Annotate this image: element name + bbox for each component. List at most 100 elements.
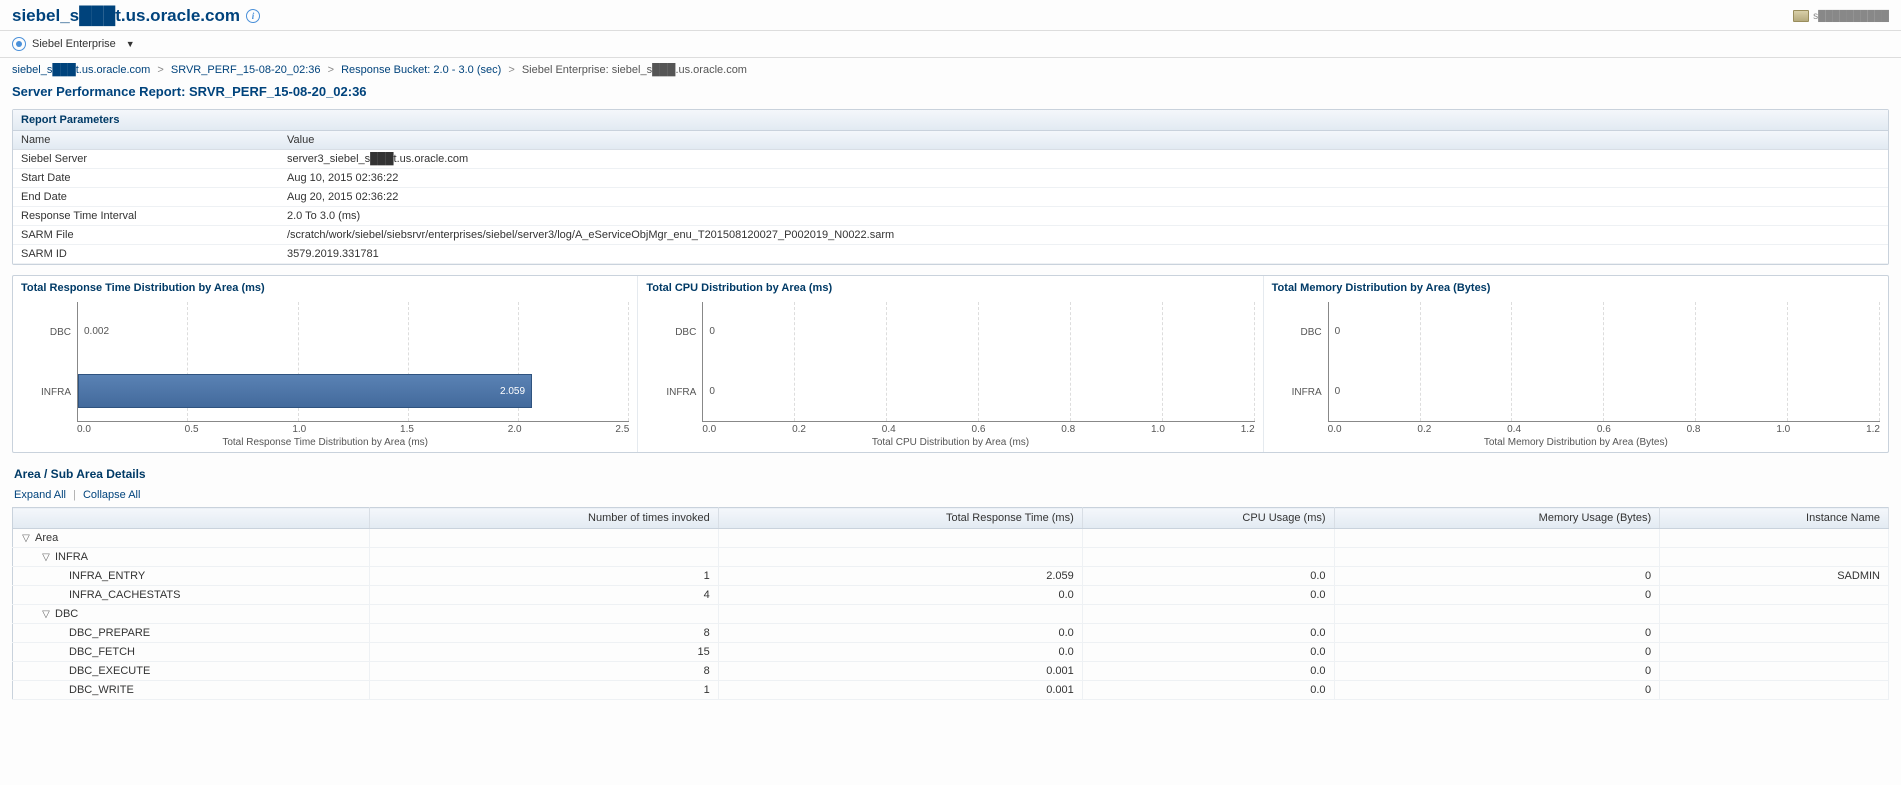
chart-plot: 00 [1328,302,1880,422]
details-col-header: Instance Name [1660,508,1889,529]
chart-xtick: 1.2 [1241,424,1255,435]
param-name: End Date [13,188,279,207]
cell-invoked: 1 [370,567,719,586]
chart-cell: Total Memory Distribution by Area (Bytes… [1264,276,1888,452]
cell-instance [1660,586,1889,605]
chevron-down-icon[interactable]: ▼ [126,39,135,49]
cell [1334,548,1660,567]
table-row: DBC_EXECUTE80.0010.00 [13,662,1889,681]
param-name: Response Time Interval [13,207,279,226]
cell-invoked: 15 [370,643,719,662]
cell-resp: 0.0 [718,586,1082,605]
table-row: ▽Area [13,529,1889,548]
chart-xtick: 0.8 [1061,424,1075,435]
radio-selected-icon[interactable] [12,37,26,51]
chart-xlabel: Total Memory Distribution by Area (Bytes… [1272,437,1880,448]
header-right-status: s██████████ [1793,10,1889,22]
enterprise-label[interactable]: Siebel Enterprise [32,38,116,50]
enterprise-selector-row: Siebel Enterprise ▼ [0,31,1901,58]
area-subarea-heading: Area / Sub Area Details [12,463,1889,485]
report-title: Server Performance Report: SRVR_PERF_15-… [0,82,1901,105]
details-col-header: Memory Usage (Bytes) [1334,508,1660,529]
breadcrumb-item-1[interactable]: SRVR_PERF_15-08-20_02:36 [171,64,321,76]
cell [1660,605,1889,624]
info-icon[interactable]: i [246,9,260,23]
server-icon [1793,10,1809,22]
cell-instance [1660,643,1889,662]
param-value: 2.0 To 3.0 (ms) [279,207,1888,226]
header-right-text: s██████████ [1813,11,1889,22]
cell-mem: 0 [1334,567,1660,586]
report-parameters-heading: Report Parameters [13,110,1888,131]
param-name: SARM File [13,226,279,245]
tree-toggle-icon[interactable]: ▽ [41,609,51,620]
table-row: ▽INFRA [13,548,1889,567]
cell [1334,529,1660,548]
tree-leaf: DBC_EXECUTE [13,662,370,681]
tree-group[interactable]: ▽DBC [13,605,370,624]
details-table: Number of times invokedTotal Response Ti… [12,507,1889,700]
chart-xtick: 0.6 [1597,424,1611,435]
cell [370,605,719,624]
chart-bar-label: 0 [709,386,715,397]
area-subarea-panel: Area / Sub Area Details Expand All | Col… [12,463,1889,700]
param-value: /scratch/work/siebel/siebsrvr/enterprise… [279,226,1888,245]
tree-group[interactable]: ▽INFRA [13,548,370,567]
cell [1082,548,1334,567]
page-title: siebel_s███t.us.oracle.com i [12,6,260,26]
cell-instance [1660,681,1889,700]
report-parameters-panel: Report Parameters Name Value Siebel Serv… [12,109,1889,265]
tree-root[interactable]: ▽Area [13,529,370,548]
params-col-value: Value [279,131,1888,150]
table-row: SARM ID 3579.2019.331781 [13,245,1888,264]
chart-bar-label: 0.002 [84,326,109,337]
chart-xtick: 0.0 [1328,424,1342,435]
cell [370,548,719,567]
breadcrumb-item-0[interactable]: siebel_s███t.us.oracle.com [12,64,150,76]
chart-xtick: 0.0 [77,424,91,435]
cell [718,548,1082,567]
param-name: SARM ID [13,245,279,264]
details-col-header: Total Response Time (ms) [718,508,1082,529]
chart-title: Total CPU Distribution by Area (ms) [646,282,1254,294]
expand-collapse-controls: Expand All | Collapse All [12,485,1889,507]
page-header: siebel_s███t.us.oracle.com i s██████████ [0,0,1901,31]
cell [1660,548,1889,567]
breadcrumb: siebel_s███t.us.oracle.com > SRVR_PERF_1… [0,58,1901,82]
collapse-all-link[interactable]: Collapse All [83,489,140,501]
chart-plot: 00 [702,302,1254,422]
tree-toggle-icon[interactable]: ▽ [41,552,51,563]
cell-invoked: 8 [370,624,719,643]
chart-ylabel: DBC [1272,327,1322,338]
tree-toggle-icon[interactable]: ▽ [21,533,31,544]
cell-resp: 0.001 [718,662,1082,681]
table-row: DBC_PREPARE80.00.00 [13,624,1889,643]
chart-ylabel: DBC [21,327,71,338]
cell-mem: 0 [1334,662,1660,681]
tree-leaf: DBC_PREPARE [13,624,370,643]
chart-xtick: 0.0 [702,424,716,435]
chart-xtick: 0.6 [972,424,986,435]
table-row: ▽DBC [13,605,1889,624]
chart-xtick: 2.5 [615,424,629,435]
chart-bar: 2.059 [78,374,532,408]
cell-cpu: 0.0 [1082,662,1334,681]
cell [1660,529,1889,548]
cell [718,605,1082,624]
param-name: Siebel Server [13,150,279,169]
details-col-header: CPU Usage (ms) [1082,508,1334,529]
details-col-header: Number of times invoked [370,508,719,529]
details-col-header [13,508,370,529]
breadcrumb-item-2[interactable]: Response Bucket: 2.0 - 3.0 (sec) [341,64,501,76]
cell-mem: 0 [1334,624,1660,643]
param-value: Aug 20, 2015 02:36:22 [279,188,1888,207]
chart-xlabel: Total CPU Distribution by Area (ms) [646,437,1254,448]
chart-xtick: 1.0 [292,424,306,435]
cell-cpu: 0.0 [1082,643,1334,662]
chart-xtick: 0.2 [1417,424,1431,435]
cell [1334,605,1660,624]
chart-xtick: 2.0 [508,424,522,435]
expand-all-link[interactable]: Expand All [14,489,66,501]
cell-instance: SADMIN [1660,567,1889,586]
chart-xtick: 1.0 [1151,424,1165,435]
